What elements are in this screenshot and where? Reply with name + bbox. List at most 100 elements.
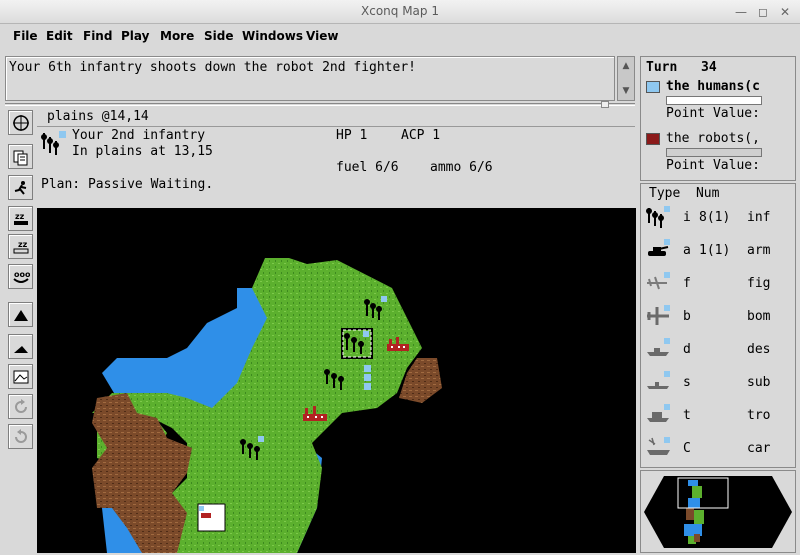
sides-panel: Turn 34 the humans(c Point Value: the ro…: [640, 56, 796, 181]
hill-icon: [14, 346, 28, 353]
transport-icon: [647, 404, 670, 422]
unit-letter: i: [683, 210, 691, 225]
menu-edit[interactable]: Edit: [46, 29, 73, 43]
unit-letter: a: [683, 243, 691, 258]
terrain-lower-tool-button[interactable]: [8, 334, 33, 359]
unit-count: 8(1): [699, 210, 731, 225]
infantry-icon: [646, 206, 670, 228]
close-button[interactable]: ✕: [776, 3, 794, 21]
robots-progress-bar: [666, 148, 762, 157]
unit-count: 1(1): [699, 243, 731, 258]
infantry-icon: [41, 131, 66, 155]
bomber-icon: [647, 305, 670, 325]
unit-type-name: fig: [747, 276, 771, 291]
minimize-button[interactable]: —: [732, 3, 750, 21]
build-tool-button[interactable]: ooo: [8, 264, 33, 289]
location-text: plains @14,14: [47, 109, 149, 124]
scroll-up-arrow-icon[interactable]: ▲: [620, 60, 632, 72]
unit-type-name: inf: [747, 210, 771, 225]
location-bar: plains @14,14: [37, 107, 635, 127]
maximize-button[interactable]: ◻: [754, 3, 772, 21]
window-title: Xconq Map 1: [361, 4, 439, 18]
map-terrain: [92, 258, 442, 553]
menu-windows[interactable]: Windows: [242, 29, 303, 43]
unit-row-carrier[interactable]: C car: [641, 432, 795, 465]
message-scrollbar[interactable]: ▲ ▼: [617, 56, 635, 101]
fighter-icon: [647, 272, 670, 290]
carrier-icon: [647, 437, 670, 455]
turn-number: 34: [701, 60, 717, 75]
sleep-icon: zz: [14, 212, 28, 225]
robots-point-value: Point Value:: [666, 158, 760, 173]
unit-table-header: Type Num: [649, 186, 720, 201]
menu-more[interactable]: More: [160, 29, 194, 43]
unit-letter: C: [683, 441, 691, 456]
destroyer-icon: [647, 338, 670, 356]
walk-icon: [14, 181, 27, 195]
unit-type-name: sub: [747, 375, 771, 390]
unit-fuel: fuel 6/6: [336, 160, 399, 175]
scroll-down-arrow-icon[interactable]: ▼: [620, 85, 632, 97]
unit-type-name: arm: [747, 243, 771, 258]
menu-side[interactable]: Side: [204, 29, 233, 43]
unit-type-table: Type Num i 8(1) inf a 1(1) arm f fig b b…: [640, 183, 796, 468]
svg-text:zz: zz: [15, 212, 25, 221]
move-tool-button[interactable]: [8, 175, 33, 200]
unit-hp: HP 1: [336, 128, 368, 143]
unit-row-submarine[interactable]: s sub: [641, 366, 795, 399]
humans-progress-bar: [666, 96, 762, 105]
unit-row-infantry[interactable]: i 8(1) inf: [641, 201, 795, 234]
title-bar: Xconq Map 1 — ◻ ✕: [0, 0, 800, 24]
unit-row-fighter[interactable]: f fig: [641, 267, 795, 300]
world-minimap[interactable]: [640, 470, 796, 553]
rotate-right-icon: [15, 429, 27, 443]
side-humans-name: the humans(c: [666, 79, 760, 94]
armor-icon: [648, 239, 670, 256]
unit-position: In plains at 13,15: [72, 144, 213, 159]
build-icon: ooo: [13, 270, 30, 283]
hex-map[interactable]: [37, 208, 636, 553]
unit-name: Your 2nd infantry: [72, 128, 206, 143]
robots-flag-icon: [646, 133, 660, 145]
svg-text:zz: zz: [18, 240, 28, 249]
map-white-unit[interactable]: [197, 503, 226, 532]
crosshair-tool-button[interactable]: [8, 110, 33, 135]
unit-letter: d: [683, 342, 691, 357]
menu-play[interactable]: Play: [121, 29, 149, 43]
terrain-raise-tool-button[interactable]: [8, 302, 33, 327]
unit-letter: s: [683, 375, 691, 390]
menu-view[interactable]: View: [306, 29, 338, 43]
unit-letter: f: [683, 276, 691, 291]
humans-flag-icon: [646, 81, 660, 93]
documents-icon: [13, 150, 28, 166]
unit-ammo: ammo 6/6: [430, 160, 493, 175]
rotate-left-tool-button[interactable]: [8, 394, 33, 419]
pane-divider[interactable]: [5, 103, 635, 106]
unit-letter: b: [683, 309, 691, 324]
survey-tool-button[interactable]: [8, 144, 33, 169]
unit-info-panel: Your 2nd infantry HP 1 ACP 1 In plains a…: [37, 127, 635, 205]
rotate-left-icon: [15, 399, 27, 413]
sleep-tool-button[interactable]: zz: [8, 206, 33, 231]
reserve-tool-button[interactable]: zz: [8, 234, 33, 259]
rotate-right-tool-button[interactable]: [8, 424, 33, 449]
unit-type-name: tro: [747, 408, 771, 423]
unit-row-armor[interactable]: a 1(1) arm: [641, 234, 795, 267]
humans-point-value: Point Value:: [666, 106, 760, 121]
submarine-icon: [647, 371, 670, 389]
side-robots-name: the robots(,: [666, 131, 760, 146]
picture-icon: [13, 370, 29, 384]
unit-row-transport[interactable]: t tro: [641, 399, 795, 432]
unit-plan: Plan: Passive Waiting.: [41, 177, 214, 192]
view-tool-button[interactable]: [8, 364, 33, 389]
message-log[interactable]: Your 6th infantry shoots down the robot …: [5, 56, 615, 101]
side-humans[interactable]: the humans(c Point Value:: [644, 79, 794, 125]
side-robots[interactable]: the robots(, Point Value:: [644, 131, 794, 177]
unit-row-destroyer[interactable]: d des: [641, 333, 795, 366]
menu-find[interactable]: Find: [83, 29, 112, 43]
menu-file[interactable]: File: [13, 29, 38, 43]
minimap-view: [644, 476, 792, 548]
unit-type-name: des: [747, 342, 771, 357]
unit-row-bomber[interactable]: b bom: [641, 300, 795, 333]
unit-type-name: car: [747, 441, 771, 456]
